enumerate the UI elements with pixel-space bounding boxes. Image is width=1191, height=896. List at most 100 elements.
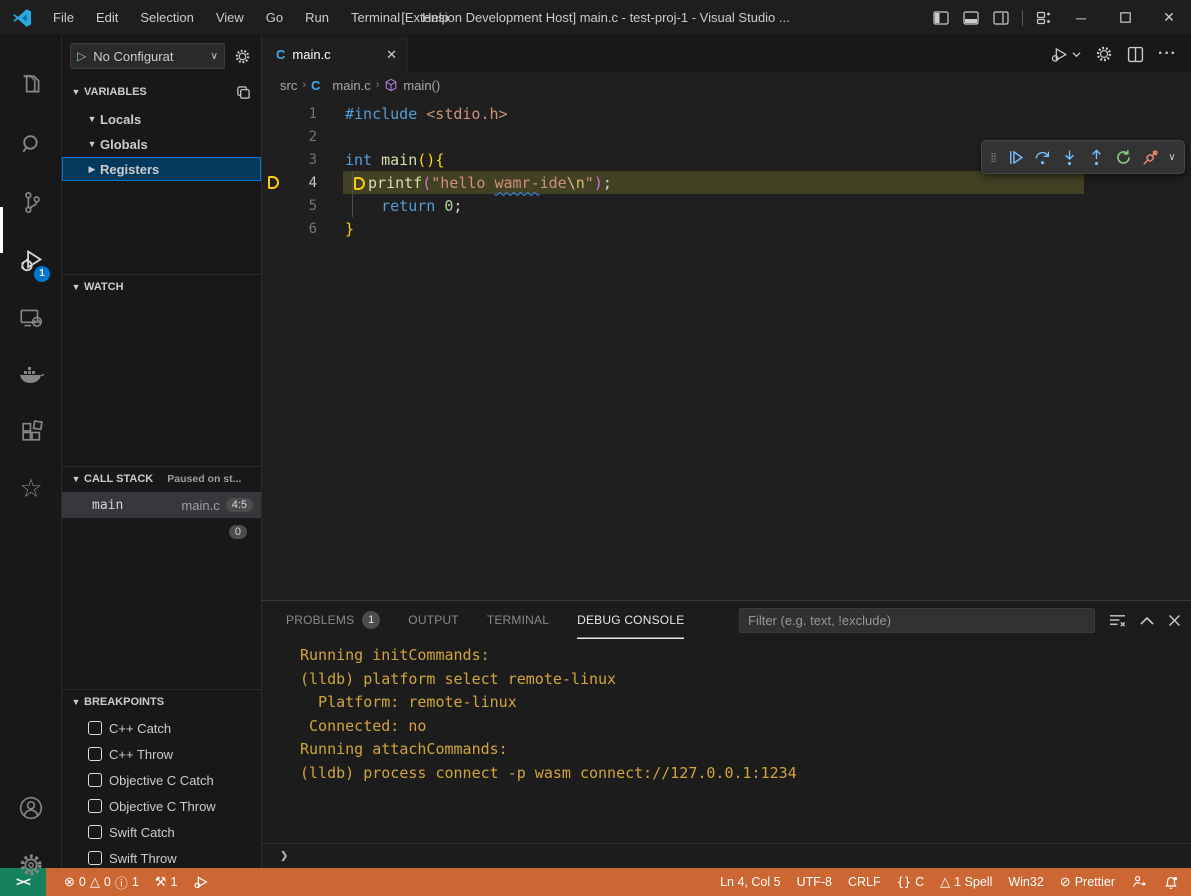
menu-selection[interactable]: Selection (129, 4, 204, 32)
language-mode[interactable]: {} C (889, 875, 932, 889)
open-launch-json-gear-icon[interactable] (231, 48, 253, 65)
chevron-down-icon[interactable]: ∨ (1164, 152, 1180, 163)
run-or-debug-icon[interactable] (1050, 45, 1081, 64)
prettier-status[interactable]: ⊘Prettier (1052, 874, 1123, 890)
problems-status[interactable]: ⊗0 △0 ⓘ1 (56, 868, 147, 896)
toggle-primary-sidebar-icon[interactable] (926, 4, 956, 32)
tab-output[interactable]: OUTPUT (408, 601, 459, 639)
menu-help[interactable]: Help (411, 4, 460, 32)
breakpoint-row[interactable]: Objective C Catch (62, 767, 261, 793)
debug-configuration-dropdown[interactable]: ▷ No Configurat ∨ (70, 43, 225, 69)
breadcrumb-folder[interactable]: src (280, 78, 297, 93)
thread-badge: 0 (229, 525, 247, 539)
breakpoint-checkbox[interactable] (88, 799, 102, 813)
breakpoint-row[interactable]: Swift Throw (62, 845, 261, 868)
debug-console-input[interactable]: ❯ (262, 843, 1191, 868)
breakpoint-checkbox[interactable] (88, 721, 102, 735)
call-stack-frame-row[interactable]: main main.c 4:5 (62, 492, 261, 518)
cursor-position[interactable]: Ln 4, Col 5 (712, 875, 788, 889)
variables-scope-registers[interactable]: ▶ Registers (62, 157, 261, 181)
close-window-button[interactable]: ✕ (1147, 0, 1191, 36)
variables-scope-globals[interactable]: ▼ Globals (62, 132, 261, 156)
spell-checker-status[interactable]: △1 Spell (932, 874, 1000, 890)
toolbar-grip-icon[interactable]: ⣿ (986, 153, 1002, 162)
current-frame-gutter-arrow-icon[interactable] (262, 176, 288, 189)
clear-console-icon[interactable] (1109, 613, 1126, 628)
docker-icon[interactable] (0, 351, 62, 399)
tab-debug-console[interactable]: DEBUG CONSOLE (577, 601, 684, 639)
breakpoint-checkbox[interactable] (88, 851, 102, 865)
continue-button[interactable] (1002, 143, 1029, 171)
breakpoint-row[interactable]: C++ Catch (62, 715, 261, 741)
run-and-debug-icon[interactable]: 1 (0, 236, 62, 284)
code-editor[interactable]: 1#include <stdio.h>23int main(){4 printf… (262, 98, 1191, 600)
breakpoint-checkbox[interactable] (88, 825, 102, 839)
accounts-icon[interactable] (0, 784, 62, 832)
maximize-panel-icon[interactable] (1140, 616, 1154, 625)
feedback-icon[interactable] (1123, 874, 1155, 890)
extensions-icon[interactable] (0, 408, 62, 456)
copy-value-icon[interactable] (236, 85, 251, 100)
menu-go[interactable]: Go (255, 4, 294, 32)
call-stack-section-header[interactable]: ▼ CALL STACK Paused on st... (62, 467, 261, 491)
platform-status[interactable]: Win32 (1000, 875, 1051, 889)
step-over-button[interactable] (1029, 143, 1056, 171)
code-line-1[interactable]: 1#include <stdio.h> (262, 102, 1191, 125)
start-debugging-icon[interactable]: ▷ (77, 49, 86, 63)
step-out-button[interactable] (1083, 143, 1110, 171)
settings-gear-icon[interactable] (1095, 45, 1113, 63)
code-line-4[interactable]: 4 printf("hello wamr-ide\n"); (262, 171, 1191, 194)
menu-view[interactable]: View (205, 4, 255, 32)
breakpoint-row[interactable]: C++ Throw (62, 741, 261, 767)
menu-file[interactable]: File (42, 4, 85, 32)
variables-scope-locals[interactable]: ▼ Locals (62, 107, 261, 131)
tab-main-c[interactable]: C main.c ✕ (262, 36, 408, 72)
disconnect-button[interactable] (1137, 143, 1164, 171)
menu-edit[interactable]: Edit (85, 4, 129, 32)
debug-current-statement-arrow-icon (354, 177, 365, 190)
eol-sequence[interactable]: CRLF (840, 875, 889, 889)
tab-problems[interactable]: PROBLEMS 1 (286, 601, 380, 639)
remote-explorer-icon[interactable] (0, 294, 62, 342)
breakpoint-row[interactable]: Objective C Throw (62, 793, 261, 819)
breakpoint-checkbox[interactable] (88, 747, 102, 761)
manage-gear-icon[interactable] (0, 841, 62, 889)
wamr-ide-icon[interactable]: ☆ (0, 464, 62, 512)
restart-button[interactable] (1110, 143, 1137, 171)
more-actions-icon[interactable]: ··· (1158, 45, 1177, 63)
notifications-bell-icon[interactable] (1155, 874, 1191, 890)
toggle-panel-icon[interactable] (956, 4, 986, 32)
code-line-6[interactable]: 6} (262, 217, 1191, 240)
debug-console-output[interactable]: Running initCommands:(lldb) platform sel… (262, 639, 1191, 843)
tools-status[interactable]: ⚒1 (147, 868, 186, 896)
watch-section-header[interactable]: ▼ WATCH (62, 275, 261, 299)
customize-layout-icon[interactable] (1029, 4, 1059, 32)
debug-status[interactable] (185, 868, 217, 896)
console-filter-input[interactable] (739, 608, 1095, 633)
breadcrumb-symbol[interactable]: main() (403, 78, 440, 93)
menu-terminal[interactable]: Terminal (340, 4, 411, 32)
c-language-icon: C (276, 47, 285, 62)
chevron-right-icon: › (302, 79, 306, 91)
search-icon[interactable] (0, 120, 62, 168)
breakpoints-section-header[interactable]: ▼ BREAKPOINTS (62, 690, 261, 714)
encoding[interactable]: UTF-8 (789, 875, 840, 889)
minimize-button[interactable]: ─ (1059, 0, 1103, 36)
breadcrumb-file[interactable]: main.c (332, 78, 370, 93)
step-into-button[interactable] (1056, 143, 1083, 171)
tab-terminal[interactable]: TERMINAL (487, 601, 549, 639)
close-panel-icon[interactable] (1168, 614, 1181, 627)
explorer-icon[interactable] (0, 60, 62, 108)
source-control-icon[interactable] (0, 178, 62, 226)
breakpoint-checkbox[interactable] (88, 773, 102, 787)
variables-section-header[interactable]: ▼ VARIABLES (62, 80, 261, 104)
maximize-button[interactable] (1103, 0, 1147, 36)
toggle-secondary-sidebar-icon[interactable] (986, 4, 1016, 32)
run-and-debug-sidebar: ▷ No Configurat ∨ ▼ VARIABLES ▼ Locals (62, 36, 262, 868)
code-line-5[interactable]: 5 return 0; (262, 194, 1191, 217)
close-tab-icon[interactable]: ✕ (386, 47, 397, 63)
call-stack-thread-row[interactable]: 0 (62, 520, 261, 544)
split-editor-icon[interactable] (1127, 46, 1144, 63)
menu-run[interactable]: Run (294, 4, 340, 32)
breakpoint-row[interactable]: Swift Catch (62, 819, 261, 845)
